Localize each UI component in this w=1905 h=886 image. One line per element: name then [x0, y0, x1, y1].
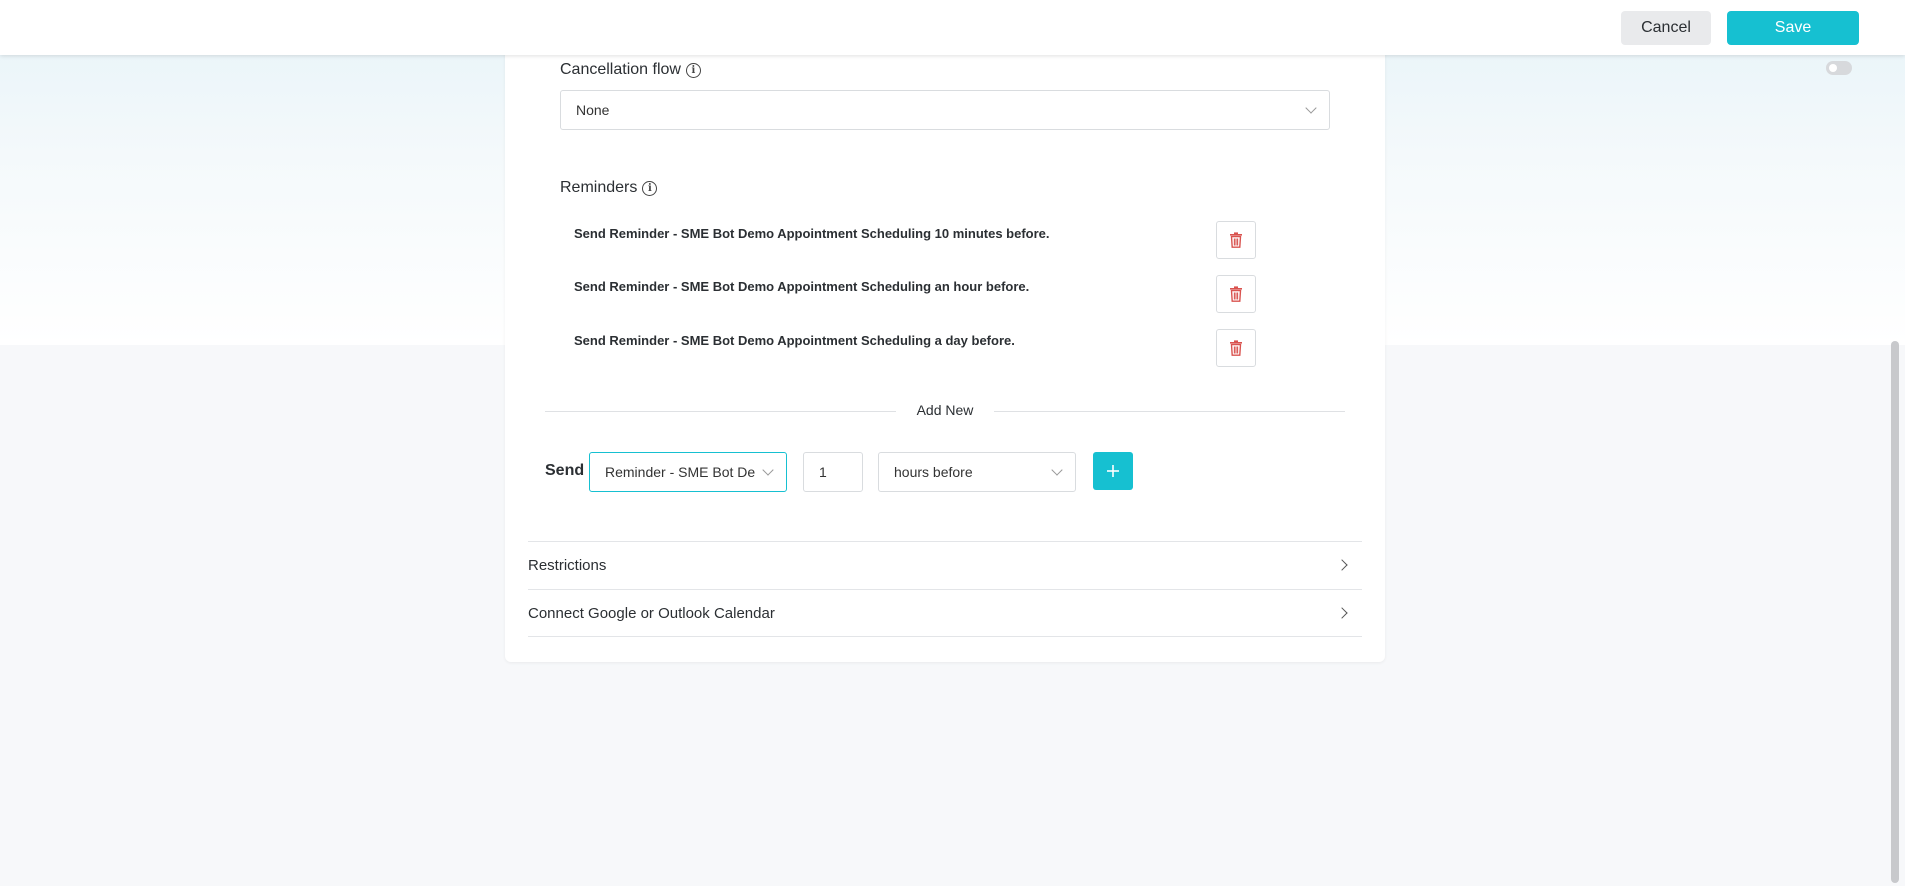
trash-icon	[1230, 340, 1242, 356]
delete-reminder-button[interactable]	[1216, 329, 1256, 367]
chevron-down-icon	[1305, 102, 1317, 114]
reminder-item: Send Reminder - SME Bot Demo Appointment…	[574, 333, 1015, 348]
info-icon[interactable]: i	[642, 180, 658, 196]
chevron-right-icon	[1336, 607, 1348, 619]
toggle-knob	[1829, 64, 1837, 72]
top-action-bar: Cancel Save	[0, 0, 1905, 55]
amount-input[interactable]: 1	[803, 452, 863, 492]
cancel-button[interactable]: Cancel	[1621, 11, 1711, 45]
chevron-right-icon	[1336, 559, 1348, 571]
reminders-label: Reminders	[560, 179, 638, 196]
reminders-label-row: Reminders i	[560, 179, 658, 197]
cancellation-flow-value: None	[576, 102, 610, 118]
amount-value: 1	[819, 464, 827, 480]
reminder-item: Send Reminder - SME Bot Demo Appointment…	[574, 226, 1050, 241]
chevron-down-icon	[762, 464, 774, 476]
reminder-item: Send Reminder - SME Bot Demo Appointment…	[574, 279, 1030, 294]
time-unit-select[interactable]: hours before	[878, 452, 1076, 492]
trash-icon	[1230, 286, 1242, 302]
add-reminder-button[interactable]	[1093, 452, 1133, 490]
delete-reminder-button[interactable]	[1216, 275, 1256, 313]
time-unit-value: hours before	[894, 464, 973, 480]
delete-reminder-button[interactable]	[1216, 221, 1256, 259]
settings-card: Cancellation flow i None Reminders i Sen…	[505, 40, 1385, 662]
info-icon[interactable]: i	[685, 62, 701, 78]
connect-calendar-section[interactable]: Connect Google or Outlook Calendar	[528, 589, 1362, 637]
add-new-heading: Add New	[916, 402, 974, 418]
save-button[interactable]: Save	[1727, 11, 1859, 45]
connect-calendar-label: Connect Google or Outlook Calendar	[528, 604, 775, 622]
restrictions-section[interactable]: Restrictions	[528, 541, 1362, 589]
trash-icon	[1230, 232, 1242, 248]
send-label: Send	[545, 462, 585, 479]
plus-icon	[1107, 465, 1119, 477]
toggle-switch[interactable]	[1826, 61, 1852, 75]
restrictions-label: Restrictions	[528, 557, 607, 574]
reminder-template-select[interactable]: Reminder - SME Bot De	[589, 452, 787, 492]
reminder-template-value: Reminder - SME Bot De	[605, 464, 756, 480]
cancellation-flow-label-row: Cancellation flow i	[560, 61, 701, 79]
cancellation-flow-label: Cancellation flow	[560, 61, 681, 78]
cancellation-flow-select[interactable]: None	[560, 90, 1330, 130]
chevron-down-icon	[1051, 464, 1063, 476]
vertical-scrollbar[interactable]	[1891, 341, 1899, 883]
